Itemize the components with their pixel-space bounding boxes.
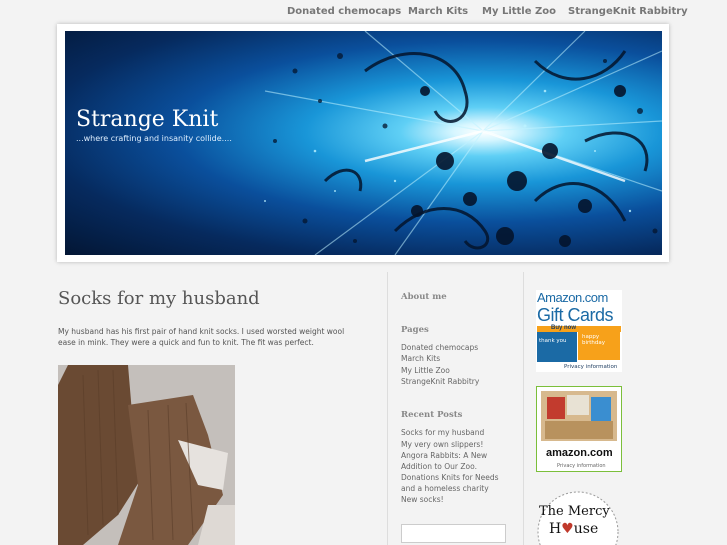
top-nav: Donated chemocaps March Kits My Little Z…: [0, 0, 727, 24]
amazon-logo-text: amazon.com: [546, 447, 613, 459]
giftcard-thankyou: thank you: [539, 338, 567, 344]
recent-post-slippers[interactable]: My very own slippers!: [401, 439, 509, 450]
heart-icon: ♥: [561, 521, 574, 537]
about-heading[interactable]: About me: [401, 292, 447, 302]
mercy-house-use: use: [573, 521, 599, 537]
sidebar-page-donated-chemocaps[interactable]: Donated chemocaps: [401, 342, 509, 353]
mercy-house-line2: H♥use: [549, 521, 598, 537]
sidebar-page-march-kits[interactable]: March Kits: [401, 353, 509, 364]
mercy-house-h: H: [549, 521, 562, 537]
nav-link-donated-chemocaps[interactable]: Donated chemocaps: [287, 6, 401, 17]
header-frame: Strange Knit ...where crafting and insan…: [57, 24, 669, 262]
amazon-giftcards-ad[interactable]: Amazon.com Gift Cards Buy now thank you …: [536, 290, 622, 372]
box-item-red: [547, 397, 565, 419]
column-divider-left: [387, 272, 388, 545]
post-title[interactable]: Socks for my husband: [58, 288, 260, 309]
recent-posts-heading: Recent Posts: [401, 410, 463, 420]
sidebar-page-strangeknit-rabbitry[interactable]: StrangeKnit Rabbitry: [401, 376, 509, 387]
amazon-box-image: [541, 391, 617, 441]
box-item-blue: [591, 397, 611, 421]
header-banner[interactable]: Strange Knit ...where crafting and insan…: [65, 31, 662, 255]
mercy-house-badge[interactable]: The Mercy H♥use: [534, 488, 622, 545]
recent-post-socks[interactable]: Socks for my husband: [401, 427, 509, 438]
banner-artwork: [264, 31, 662, 255]
box-item-diapers: [567, 395, 589, 415]
giftcard-orange: happy birthday: [578, 330, 620, 360]
recent-post-new-socks[interactable]: New socks!: [401, 494, 509, 505]
sock-image: [58, 365, 235, 545]
nav-link-march-kits[interactable]: March Kits: [408, 6, 468, 17]
giftcards-brand: Amazon.com: [537, 290, 608, 305]
giftcard-blue: thank you: [537, 332, 577, 362]
giftcards-privacy-link[interactable]: Privacy information: [564, 364, 617, 370]
giftcards-buy-now[interactable]: Buy now: [551, 325, 576, 331]
search-input[interactable]: [401, 524, 506, 543]
box-body: [545, 421, 613, 439]
giftcards-product: Gift Cards: [537, 305, 614, 325]
site-tagline: ...where crafting and insanity collide..…: [76, 134, 232, 143]
mercy-house-line1: The Mercy: [539, 504, 610, 519]
recent-post-donations[interactable]: Donations Knits for Needs and a homeless…: [401, 472, 509, 494]
nav-link-my-little-zoo[interactable]: My Little Zoo: [482, 6, 556, 17]
sock-photo[interactable]: [58, 365, 235, 545]
nav-link-strangeknit-rabbitry[interactable]: StrangeKnit Rabbitry: [568, 6, 688, 17]
amazon-box-privacy-link[interactable]: Privacy information: [557, 463, 606, 469]
recent-post-angora[interactable]: Angora Rabbits: A New Addition to Our Zo…: [401, 450, 509, 472]
post-body: My husband has his first pair of hand kn…: [58, 326, 345, 347]
site-title[interactable]: Strange Knit: [76, 107, 218, 132]
giftcard-birthday: happy birthday: [582, 334, 606, 346]
column-divider-right: [523, 272, 524, 545]
amazon-box-ad[interactable]: amazon.com Privacy information: [536, 386, 622, 472]
sidebar-page-my-little-zoo[interactable]: My Little Zoo: [401, 365, 509, 376]
pages-heading: Pages: [401, 325, 429, 335]
